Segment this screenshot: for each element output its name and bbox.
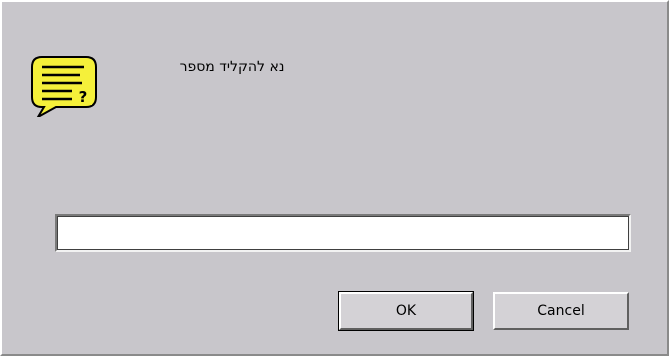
ok-button[interactable]: OK (338, 291, 474, 331)
question-speech-bubble-icon: ? (26, 53, 106, 120)
input-dialog: ? נא להקליד מספר OK Cancel (0, 0, 669, 356)
number-input[interactable] (55, 214, 631, 252)
svg-text:?: ? (79, 88, 88, 106)
prompt-text: נא להקליד מספר (179, 59, 285, 75)
cancel-button[interactable]: Cancel (493, 292, 629, 330)
